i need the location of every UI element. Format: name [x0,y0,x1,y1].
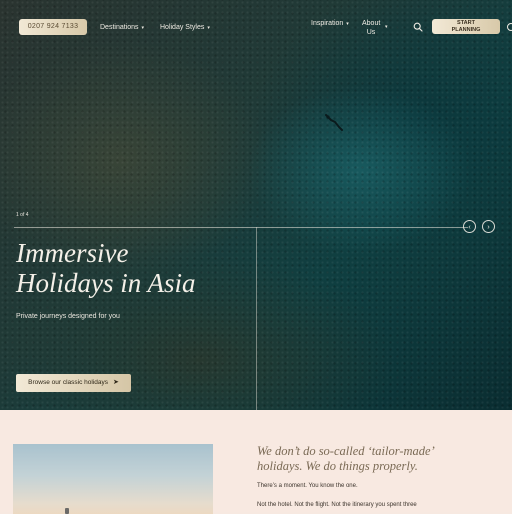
slide-progress-line [14,227,468,228]
nav-inspiration[interactable]: Inspiration▾ [311,19,349,29]
nav-about-label-line1: About [362,19,380,28]
intro-photo [13,444,213,514]
browse-holidays-label: Browse our classic holidays [28,379,108,386]
top-navigation: 0207 924 7133 Destinations▾ Holiday Styl… [0,14,512,40]
hero-title: Immersive Holidays in Asia [16,238,256,298]
chevron-down-icon: ▾ [207,25,210,31]
nav-destinations[interactable]: Destinations▾ [100,23,144,33]
nav-about-us[interactable]: About Us ▾ [362,19,392,37]
nav-about-label-line2: Us [362,28,380,37]
intro-paragraph-1: There’s a moment. You know the one. [257,483,358,489]
account-icon[interactable] [506,22,512,32]
chevron-down-icon: ▾ [142,25,145,31]
chevron-right-icon[interactable]: › [482,220,495,233]
chevron-down-icon: ▾ [385,23,388,32]
start-planning-line2: PLANNING [432,27,500,34]
hero-title-line2: Holidays in Asia [16,268,196,298]
chevron-left-icon[interactable]: ‹ [463,220,476,233]
hero-title-line1: Immersive [16,238,128,268]
browse-holidays-button[interactable]: Browse our classic holidays ➤ [16,374,131,392]
divider-line [256,227,257,410]
person-figure [65,508,69,514]
phone-button[interactable]: 0207 924 7133 [19,19,87,35]
nav-destinations-label: Destinations [100,24,139,31]
nav-inspiration-label: Inspiration [311,20,343,27]
intro-paragraph-2: Not the hotel. Not the flight. Not the i… [257,502,417,508]
intro-tagline-line1: We don’t do so-called ‘tailor-made’ [257,444,435,458]
slide-counter: 1 of 4 [16,212,29,218]
nav-holiday-styles[interactable]: Holiday Styles▾ [160,23,210,33]
intro-tagline-line2: holidays. We do things properly. [257,459,418,473]
start-planning-button[interactable]: START PLANNING [432,19,500,34]
arrow-right-icon: ➤ [113,379,119,386]
nav-holiday-styles-label: Holiday Styles [160,24,204,31]
intro-section: We don’t do so-called ‘tailor-made’ holi… [0,410,512,512]
chevron-down-icon: ▾ [346,21,349,27]
search-icon[interactable] [413,22,423,32]
intro-tagline: We don’t do so-called ‘tailor-made’ holi… [257,444,497,474]
hero-subtitle: Private journeys designed for you [16,313,120,320]
swimmer-figure [322,112,344,134]
